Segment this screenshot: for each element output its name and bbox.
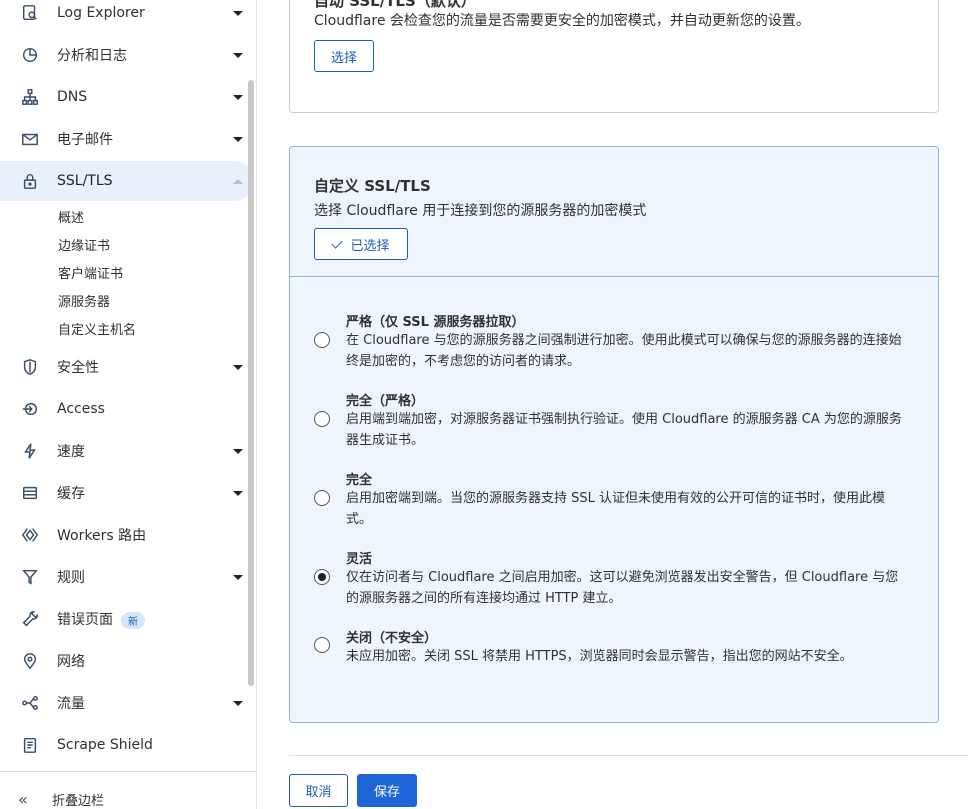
sidebar-item-label: 电子邮件 xyxy=(57,132,113,148)
auto-ssl-card: 自动 SSL/TLS（默认） Cloudflare 会检查您的流量是否需要更安全… xyxy=(289,0,939,113)
sidebar-item-label: 流量 xyxy=(57,696,85,712)
sidebar-item-label: 错误页面新 xyxy=(57,609,145,629)
checkmark-icon xyxy=(331,236,344,249)
sidebar-divider xyxy=(0,771,256,772)
location-pin-icon xyxy=(20,651,40,671)
chevron-down-icon xyxy=(233,446,243,456)
option-description: 启用加密端到端。当您的源服务器支持 SSL 认证但未使用有效的公开可信的证书时，… xyxy=(346,491,886,527)
auto-ssl-description: Cloudflare 会检查您的流量是否需要更安全的加密模式，并自动更新您的设置… xyxy=(314,13,810,29)
option-title: 关闭（不安全） xyxy=(346,631,438,646)
option-description: 启用端到端加密，对源服务器证书强制执行验证。使用 Cloudflare 的源服务… xyxy=(346,412,902,448)
lightning-icon xyxy=(20,441,40,461)
radio-off[interactable] xyxy=(314,637,330,653)
sidebar-item-label: SSL/TLS xyxy=(57,173,113,189)
pie-chart-icon xyxy=(20,45,40,65)
chevron-down-icon xyxy=(233,488,243,498)
sidebar-item-speed[interactable]: 速度 xyxy=(0,431,254,471)
lock-icon xyxy=(20,171,40,191)
chevron-down-icon xyxy=(233,572,243,582)
radio-flexible[interactable] xyxy=(314,569,330,585)
collapse-sidebar-label: 折叠边栏 xyxy=(52,794,105,809)
sidebar-item-access[interactable]: Access xyxy=(0,389,254,429)
chevron-down-icon xyxy=(233,698,243,708)
sidebar-subitem-origin-server[interactable]: 源服务器 xyxy=(58,291,110,310)
funnel-icon xyxy=(20,567,40,587)
radio-full[interactable] xyxy=(314,490,330,506)
sidebar-item-security[interactable]: 安全性 xyxy=(0,347,254,387)
option-description: 仅在访问者与 Cloudflare 之间启用加密。这可以避免浏览器发出安全警告，… xyxy=(346,570,899,606)
footer-divider xyxy=(289,755,968,756)
sidebar-item-traffic[interactable]: 流量 xyxy=(0,683,254,723)
radio-strict-ssl-only[interactable] xyxy=(314,332,330,348)
sidebar-item-label: Log Explorer xyxy=(57,5,145,21)
save-button[interactable]: 保存 xyxy=(357,774,417,807)
storage-icon xyxy=(20,483,40,503)
radio-full-strict[interactable] xyxy=(314,411,330,427)
sidebar-item-label: Scrape Shield xyxy=(57,737,153,753)
sidebar-item-label: 网络 xyxy=(57,654,85,670)
sidebar-item-text: 错误页面 xyxy=(57,612,113,628)
document-search-icon xyxy=(20,3,40,23)
network-tree-icon xyxy=(20,87,40,107)
clipboard-icon xyxy=(20,735,40,755)
sidebar-item-workers-routes[interactable]: Workers 路由 xyxy=(0,515,254,555)
selected-label: 已选择 xyxy=(350,238,390,254)
double-chevron-left-icon: « xyxy=(18,790,28,809)
sidebar-subitem-overview[interactable]: 概述 xyxy=(58,207,84,226)
option-title: 完全 xyxy=(346,473,373,488)
sidebar-subitem-client-certificates[interactable]: 客户端证书 xyxy=(58,263,123,282)
chevron-down-icon xyxy=(233,134,243,144)
traffic-icon xyxy=(20,693,40,713)
sidebar-item-label: DNS xyxy=(57,89,88,105)
chevron-down-icon xyxy=(233,8,243,18)
sidebar-item-rules[interactable]: 规则 xyxy=(0,557,254,597)
chevron-down-icon xyxy=(233,362,243,372)
custom-ssl-title: 自定义 SSL/TLS xyxy=(314,177,431,195)
new-badge: 新 xyxy=(121,611,145,629)
sidebar-item-email[interactable]: 电子邮件 xyxy=(0,119,254,159)
sidebar-item-label: 分析和日志 xyxy=(57,48,127,64)
sidebar-item-scrape-shield[interactable]: Scrape Shield xyxy=(0,725,254,765)
collapse-sidebar-button[interactable]: « 折叠边栏 xyxy=(18,790,104,809)
envelope-icon xyxy=(20,129,40,149)
sidebar-item-error-pages[interactable]: 错误页面新 xyxy=(0,599,254,639)
custom-ssl-card: 自定义 SSL/TLS 选择 Cloudflare 用于连接到您的源服务器的加密… xyxy=(289,146,939,723)
sidebar-item-dns[interactable]: DNS xyxy=(0,77,254,117)
chevron-up-icon xyxy=(233,176,243,186)
custom-ssl-description: 选择 Cloudflare 用于连接到您的源服务器的加密模式 xyxy=(314,203,647,219)
shield-icon xyxy=(20,357,40,377)
sidebar-item-label: 规则 xyxy=(57,570,85,586)
sidebar-item-ssl-tls[interactable]: SSL/TLS xyxy=(0,161,254,201)
custom-ssl-header: 自定义 SSL/TLS 选择 Cloudflare 用于连接到您的源服务器的加密… xyxy=(290,147,938,277)
option-description: 在 Cloudflare 与您的源服务器之间强制进行加密。使用此模式可以确保与您… xyxy=(346,333,902,369)
sidebar-subitem-edge-certificates[interactable]: 边缘证书 xyxy=(58,235,110,254)
option-title: 严格（仅 SSL 源服务器拉取） xyxy=(346,315,525,330)
sidebar-item-caching[interactable]: 缓存 xyxy=(0,473,254,513)
option-description: 未应用加密。关闭 SSL 将禁用 HTTPS，浏览器同时会显示警告，指出您的网站… xyxy=(346,649,853,664)
sidebar-item-label: Access xyxy=(57,401,105,417)
select-auto-ssl-button[interactable]: 选择 xyxy=(314,40,374,72)
selected-custom-ssl-button[interactable]: 已选择 xyxy=(314,228,408,260)
sidebar-item-label: 速度 xyxy=(57,444,85,460)
sidebar: Log Explorer 分析和日志 DNS 电子邮件 SSL/TLS 概述 边… xyxy=(0,0,257,809)
sidebar-subitem-custom-hostnames[interactable]: 自定义主机名 xyxy=(58,319,136,338)
main-content: 自动 SSL/TLS（默认） Cloudflare 会检查您的流量是否需要更安全… xyxy=(257,0,968,809)
sidebar-scrollbar[interactable] xyxy=(248,80,254,686)
access-icon xyxy=(20,399,40,419)
sidebar-item-label: Workers 路由 xyxy=(57,528,147,544)
cancel-button[interactable]: 取消 xyxy=(289,774,348,807)
option-title: 完全（严格） xyxy=(346,394,425,409)
chevron-down-icon xyxy=(233,50,243,60)
sidebar-item-label: 缓存 xyxy=(57,486,85,502)
chevron-down-icon xyxy=(233,92,243,102)
sidebar-item-network[interactable]: 网络 xyxy=(0,641,254,681)
sidebar-item-label: 安全性 xyxy=(57,360,99,376)
sidebar-item-log-explorer[interactable]: Log Explorer xyxy=(0,0,254,33)
option-title: 灵活 xyxy=(346,552,373,567)
sidebar-item-analytics[interactable]: 分析和日志 xyxy=(0,35,254,75)
workers-icon xyxy=(20,525,40,545)
wrench-icon xyxy=(20,609,40,629)
